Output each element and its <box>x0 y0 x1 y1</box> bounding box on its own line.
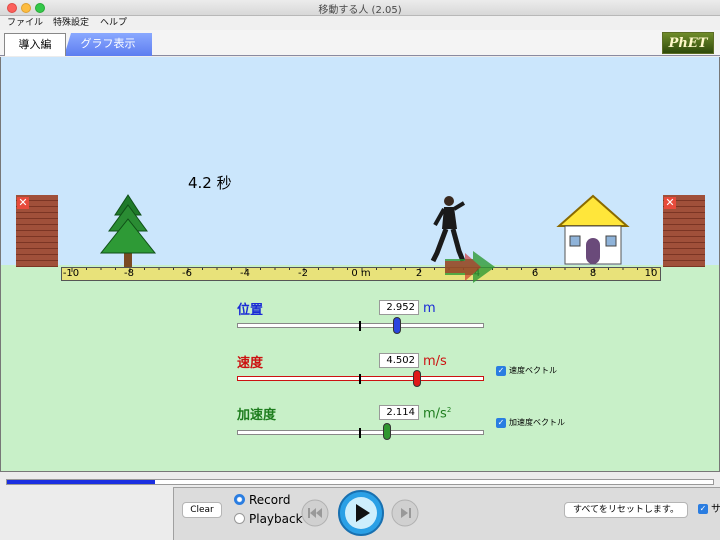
velocity-vector-label: 速度ベクトル <box>509 366 557 375</box>
velocity-slider-knob[interactable] <box>413 370 421 387</box>
reset-all-button[interactable]: すべてをリセットします。 <box>564 502 688 518</box>
sound-label: サ <box>711 504 720 515</box>
velocity-acceleration-vectors <box>445 251 495 283</box>
sound-check-icon[interactable]: ✓ <box>698 504 708 514</box>
position-field[interactable]: 2.952 <box>379 300 419 315</box>
right-wall: ✕ <box>663 195 705 267</box>
left-wall: ✕ <box>16 195 58 267</box>
position-slider-center <box>359 321 361 331</box>
tab-bar: グラフ表示 導入編 PhET <box>0 30 720 56</box>
velocity-vector-checkbox[interactable]: ✓ 速度ベクトル <box>496 365 557 376</box>
playback-radio[interactable]: Playback <box>234 512 303 526</box>
position-unit: m <box>423 301 436 316</box>
time-unit: 秒 <box>216 174 232 192</box>
record-radio-dot[interactable] <box>234 494 245 505</box>
window-title-bar: 移動する人 (2.05) <box>0 0 720 16</box>
tab-introduction[interactable]: 導入編 <box>4 33 66 56</box>
position-slider-knob[interactable] <box>393 317 401 334</box>
ruler-tick-label: -6 <box>182 268 192 279</box>
acceleration-vector-checkbox[interactable]: ✓ 加速度ベクトル <box>496 417 565 428</box>
acceleration-slider-knob[interactable] <box>383 423 391 440</box>
record-label: Record <box>249 493 291 507</box>
acceleration-unit: m/s2 <box>423 406 452 422</box>
acceleration-slider-center <box>359 428 361 438</box>
acceleration-label: 加速度 <box>237 408 277 423</box>
acceleration-vector-label: 加速度ベクトル <box>509 418 565 427</box>
ruler-tick-label: -4 <box>240 268 250 279</box>
ruler-tick-label: -8 <box>124 268 134 279</box>
menu-help[interactable]: ヘルプ <box>100 16 127 30</box>
time-value: 4.2 <box>188 174 212 192</box>
acceleration-vector-check-icon[interactable]: ✓ <box>496 417 506 428</box>
record-radio[interactable]: Record <box>234 493 290 507</box>
ruler-tick-label: 0 m <box>351 268 371 279</box>
menu-file[interactable]: ファイル <box>7 16 43 30</box>
time-readout: 4.2 秒 <box>188 172 232 193</box>
playback-control-panel: Clear Record Playback すべてをリセットします。 ✓ サ <box>173 487 720 540</box>
playback-radio-dot[interactable] <box>234 513 245 524</box>
phet-logo: PhET <box>662 32 714 54</box>
position-label: 位置 <box>237 303 264 318</box>
play-area: ✕ ✕ 4.2 秒 -10-8-6-4-20 m246810 <box>0 57 720 472</box>
ruler-tick-label: -2 <box>298 268 308 279</box>
velocity-label: 速度 <box>237 356 264 371</box>
playback-timeline[interactable] <box>6 479 714 485</box>
menu-bar: ファイル 特殊設定 ヘルプ <box>0 16 720 30</box>
menu-options[interactable]: 特殊設定 <box>53 16 89 30</box>
clear-button[interactable]: Clear <box>182 502 222 518</box>
play-icon[interactable] <box>337 489 385 537</box>
playback-label: Playback <box>249 512 303 526</box>
rewind-icon[interactable] <box>301 499 329 527</box>
ruler-tick-label: 2 <box>415 268 423 279</box>
left-wall-remove-icon[interactable]: ✕ <box>17 197 29 209</box>
ruler-tick-label: 10 <box>644 268 658 279</box>
tab-graphs[interactable]: グラフ表示 <box>64 33 152 56</box>
tree-icon <box>99 194 157 267</box>
step-forward-icon[interactable] <box>391 499 419 527</box>
house-icon <box>556 194 630 265</box>
timeline-progress <box>7 480 156 484</box>
velocity-vector-check-icon[interactable]: ✓ <box>496 365 506 376</box>
ruler-tick-label: 8 <box>589 268 597 279</box>
ruler-tick-label: -10 <box>62 268 80 279</box>
right-wall-remove-icon[interactable]: ✕ <box>664 197 676 209</box>
sound-checkbox[interactable]: ✓ サ <box>698 504 720 516</box>
ruler-tick-label: 6 <box>531 268 539 279</box>
velocity-field[interactable]: 4.502 <box>379 353 419 368</box>
velocity-slider-center <box>359 374 361 384</box>
acceleration-field[interactable]: 2.114 <box>379 405 419 420</box>
window-title: 移動する人 (2.05) <box>318 5 402 16</box>
ground-background <box>1 265 719 471</box>
velocity-unit: m/s <box>423 354 447 369</box>
